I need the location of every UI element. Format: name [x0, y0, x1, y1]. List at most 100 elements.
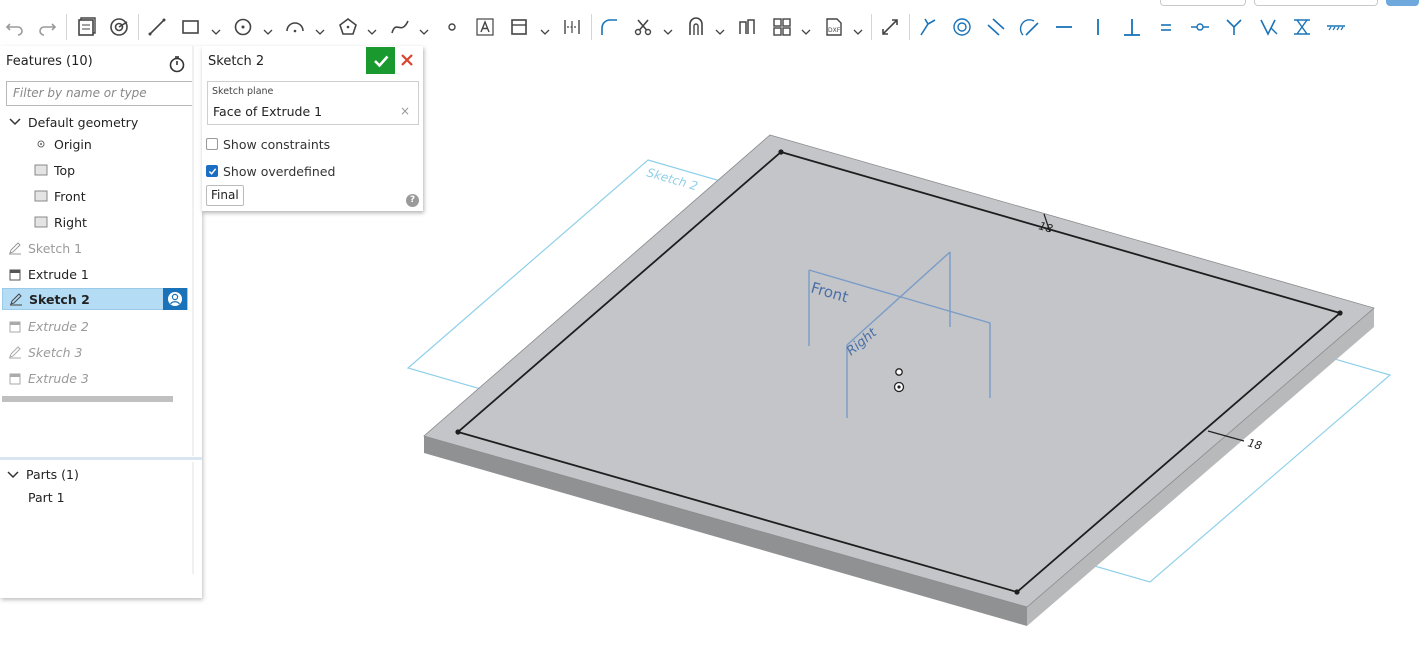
show-overdefined-option[interactable]: Show overdefined	[206, 162, 335, 180]
tree-item-sketch-2[interactable]: Sketch 2	[2, 288, 188, 310]
pattern-caret-icon[interactable]	[801, 22, 811, 35]
parallel-icon[interactable]	[985, 16, 1007, 38]
tree-item-sketch-1[interactable]: Sketch 1	[8, 237, 194, 259]
chevron-down-icon[interactable]	[8, 115, 22, 129]
feature-scrollbar[interactable]	[192, 46, 194, 456]
sketch-toolbar: DXF	[0, 8, 1419, 44]
close-icon	[401, 54, 413, 66]
point-icon[interactable]	[441, 16, 463, 38]
circle-icon[interactable]	[232, 16, 254, 38]
extrude-icon	[8, 371, 22, 385]
tree-item-extrude-2[interactable]: Extrude 2	[8, 315, 194, 337]
tree-item-sketch-3[interactable]: Sketch 3	[8, 341, 194, 363]
trim-icon[interactable]	[632, 16, 654, 38]
dimension-icon[interactable]	[561, 16, 583, 38]
undo-icon[interactable]	[4, 16, 26, 38]
cancel-button[interactable]	[398, 51, 416, 69]
sketch-vertex[interactable]	[1337, 310, 1343, 316]
arc-icon[interactable]	[284, 16, 306, 38]
origin-icon	[34, 137, 48, 151]
spline-caret-icon[interactable]	[419, 22, 429, 35]
use-caret-icon[interactable]	[715, 22, 725, 35]
text-icon[interactable]	[474, 16, 496, 38]
show-overdefined-checkbox[interactable]	[206, 165, 218, 177]
rectangle-caret-icon[interactable]	[211, 22, 221, 35]
normal-icon[interactable]	[1223, 16, 1245, 38]
coincident-icon[interactable]	[917, 16, 939, 38]
sketch-plane-field[interactable]: Sketch plane Face of Extrude 1 ×	[207, 81, 419, 125]
sketch-plane-value: Face of Extrude 1	[213, 104, 323, 119]
tree-item-extrude-1[interactable]: Extrude 1	[8, 263, 194, 285]
offset-icon[interactable]	[736, 16, 758, 38]
transform-icon[interactable]	[879, 16, 901, 38]
circle-caret-icon[interactable]	[263, 22, 273, 35]
graphics-viewport[interactable]: Sketch 2 18 18 Front Right	[400, 120, 1410, 640]
accept-button[interactable]	[366, 47, 395, 74]
dxf-caret-icon[interactable]	[853, 22, 863, 35]
vertical-icon[interactable]	[1087, 16, 1109, 38]
dxf-icon[interactable]: DXF	[823, 16, 845, 38]
polygon-icon[interactable]	[337, 16, 359, 38]
tree-item-extrude-3[interactable]: Extrude 3	[8, 367, 194, 389]
tangent-icon[interactable]	[1019, 16, 1041, 38]
rollback-timer-icon[interactable]	[168, 55, 186, 73]
parts-header-label: Parts (1)	[26, 467, 79, 482]
horizontal-icon[interactable]	[1053, 16, 1075, 38]
top-strip-left[interactable]	[1160, 0, 1246, 6]
sketch-vertex[interactable]	[455, 429, 461, 435]
sketch-vertex[interactable]	[778, 149, 784, 155]
rectangle-icon[interactable]	[180, 16, 202, 38]
perpendicular-icon[interactable]	[1121, 16, 1143, 38]
pierce-icon[interactable]	[1257, 16, 1279, 38]
spline-icon[interactable]	[389, 16, 411, 38]
feature-filter-input[interactable]: Filter by name or type	[6, 81, 193, 106]
show-constraints-option[interactable]: Show constraints	[206, 135, 330, 153]
sketch-plane-label: Sketch plane	[212, 86, 274, 97]
dimension-right[interactable]: 18	[1246, 436, 1263, 452]
origin-point-icon[interactable]	[895, 368, 903, 376]
feature-list-icon[interactable]	[76, 16, 98, 38]
top-strip-right[interactable]	[1386, 0, 1419, 6]
symmetric-icon[interactable]	[1291, 16, 1313, 38]
sketch-vertex[interactable]	[1014, 589, 1020, 595]
clear-selection-button[interactable]: ×	[400, 104, 410, 118]
construction-caret-icon[interactable]	[540, 22, 550, 35]
sketch-dialog: Sketch 2 Sketch plane Face of Extrude 1 …	[202, 46, 423, 211]
use-icon[interactable]	[685, 16, 707, 38]
panel-divider[interactable]	[0, 457, 202, 460]
construction-icon[interactable]	[509, 16, 531, 38]
pattern-icon[interactable]	[771, 16, 793, 38]
parts-scrollbar[interactable]	[192, 462, 194, 574]
dialog-title: Sketch 2	[208, 54, 265, 69]
final-button[interactable]: Final	[206, 185, 244, 206]
help-icon[interactable]: ?	[406, 194, 419, 207]
origin-marker-dot	[897, 385, 901, 389]
concentric-icon[interactable]	[951, 16, 973, 38]
fillet-icon[interactable]	[598, 16, 620, 38]
extrude-icon	[8, 267, 22, 281]
extrude-icon	[8, 319, 22, 333]
default-geometry-group[interactable]: Default geometry	[8, 111, 194, 133]
pencil-icon	[8, 345, 22, 359]
plane-icon	[34, 215, 48, 229]
polygon-caret-icon[interactable]	[367, 22, 377, 35]
redo-icon[interactable]	[36, 16, 58, 38]
equal-icon[interactable]	[1155, 16, 1177, 38]
line-icon[interactable]	[146, 16, 168, 38]
top-strip-middle[interactable]	[1254, 0, 1378, 6]
sketch-circle-icon[interactable]	[108, 16, 130, 38]
plane-icon	[34, 189, 48, 203]
midpoint-icon[interactable]	[1189, 16, 1211, 38]
show-constraints-label: Show constraints	[223, 136, 331, 152]
trim-caret-icon[interactable]	[663, 22, 673, 35]
pencil-icon	[9, 292, 23, 306]
show-constraints-checkbox[interactable]	[206, 138, 218, 150]
fix-icon[interactable]	[1325, 16, 1347, 38]
chevron-down-icon[interactable]	[6, 468, 20, 482]
part-item[interactable]: Part 1	[28, 490, 65, 505]
arc-caret-icon[interactable]	[315, 22, 325, 35]
plane-icon	[34, 163, 48, 177]
parts-group[interactable]: Parts (1)	[6, 467, 79, 482]
user-avatar-icon[interactable]	[163, 288, 187, 310]
rollback-bar[interactable]	[2, 396, 173, 402]
